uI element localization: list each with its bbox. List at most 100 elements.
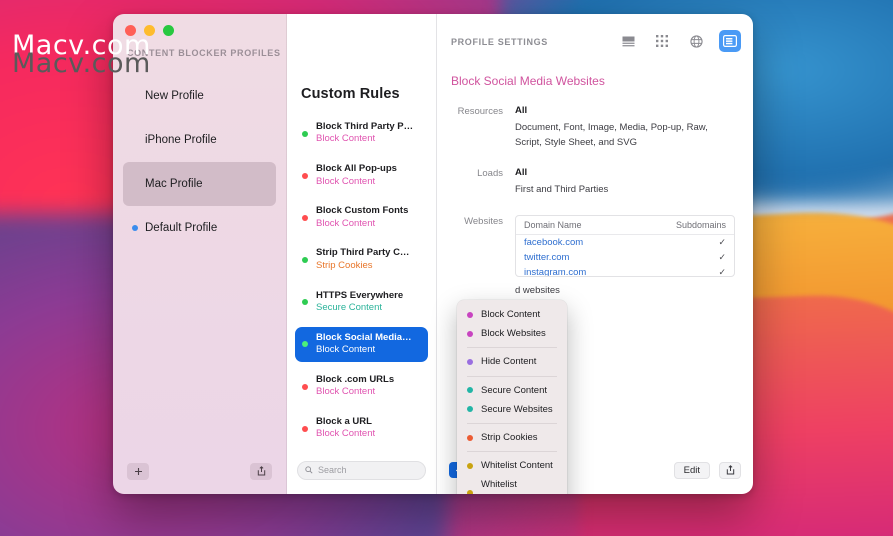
websites-table[interactable]: Domain Name Subdomains facebook.com ✓ tw… [515, 215, 735, 278]
rule-name: Block Social Media… [316, 331, 412, 343]
rule-status-dot [302, 299, 308, 306]
rule-status-dot [302, 214, 308, 221]
rules-pane: Custom Rules Block Third Party P… Block … [287, 14, 437, 494]
rule-name: Block Third Party P… [316, 121, 414, 132]
menu-item-block-content[interactable]: Block Content [457, 305, 567, 324]
rule-item-3[interactable]: Strip Third Party C… Strip Cookies [295, 242, 428, 277]
domain-name: facebook.com [524, 237, 584, 249]
menu-dot [467, 462, 473, 469]
menu-item-label: Secure Websites [481, 403, 553, 415]
rule-text: Block .com URLs Block Content [316, 374, 394, 399]
field-loads: Loads All First and Third Parties [451, 167, 739, 198]
sidebar-view-icon[interactable] [719, 30, 741, 52]
sidebar-item-label: Mac Profile [145, 178, 203, 190]
subdomain-check-icon: ✓ [718, 252, 726, 263]
table-header: Domain Name Subdomains [516, 216, 734, 236]
menu-item-secure-websites[interactable]: Secure Websites [457, 400, 567, 419]
menu-dot [467, 358, 473, 365]
menu-item-whitelist-websites[interactable]: Whitelist Websites [457, 475, 567, 494]
field-secondary-value: Document, Font, Image, Media, Pop-up, Ra… [515, 122, 708, 148]
menu-dot [467, 434, 473, 441]
field-label: Resources [457, 106, 503, 117]
field-websites: Websites Domain Name Subdomains facebook… [451, 215, 739, 278]
rule-name: Block a URL [316, 416, 372, 428]
share-profile-button[interactable] [250, 462, 272, 480]
field-primary-value: All [515, 105, 528, 116]
profile-status-dot [132, 93, 138, 99]
menu-item-whitelist-content[interactable]: Whitelist Content [457, 456, 567, 475]
page-title: Custom Rules [301, 86, 400, 102]
menu-dot [467, 489, 473, 494]
rule-item-6[interactable]: Block .com URLs Block Content [295, 369, 428, 404]
menu-item-label: Hide Content [481, 356, 537, 368]
column-header-domain: Domain Name [524, 220, 582, 231]
search-input[interactable]: Search [297, 460, 426, 480]
menu-item-secure-content[interactable]: Secure Content [457, 381, 567, 400]
search-placeholder: Search [318, 465, 347, 475]
rule-item-2[interactable]: Block Custom Fonts Block Content [295, 200, 428, 235]
active-profile-dot [132, 225, 138, 231]
add-profile-button[interactable] [127, 462, 149, 480]
grid-view-glyph [656, 35, 668, 47]
plus-icon [134, 467, 142, 475]
rule-type-popup-menu[interactable]: Block Content Block Websites Hide Conten… [457, 300, 567, 494]
menu-dot [467, 387, 473, 394]
sidebar-item-new-profile[interactable]: New Profile [123, 74, 276, 118]
list-view-glyph [622, 36, 634, 46]
menu-item-label: Secure Content [481, 384, 548, 396]
sidebar-item-label: iPhone Profile [145, 134, 217, 146]
field-resources: Resources All Document, Font, Image, Med… [451, 105, 739, 150]
rule-item-1[interactable]: Block All Pop-ups Block Content [295, 158, 428, 193]
rules-pane-spacer [287, 14, 436, 70]
menu-item-block-websites[interactable]: Block Websites [457, 324, 567, 343]
rule-text: Strip Third Party C… Strip Cookies [316, 247, 409, 272]
rule-name: Block .com URLs [316, 373, 395, 385]
rule-action: Secure Content [316, 301, 383, 313]
rule-status-dot [302, 130, 308, 137]
profile-list: New Profile iPhone Profile Mac Profile D… [113, 74, 286, 454]
menu-item-hide-content[interactable]: Hide Content [457, 352, 567, 371]
menu-dot [467, 406, 473, 413]
menu-separator [467, 347, 557, 349]
grid-view-icon[interactable] [651, 30, 673, 52]
menu-item-label: Whitelist Websites [481, 479, 517, 491]
rule-action: Block Content [316, 386, 376, 398]
table-row[interactable]: instagram.com ✓ [516, 265, 734, 278]
app-window: CONTENT BLOCKER PROFILES New Profile iPh… [113, 14, 753, 494]
rule-text: HTTPS Everywhere Secure Content [316, 290, 403, 315]
subdomain-check-icon: ✓ [718, 267, 726, 278]
rules-footer: Search [287, 452, 436, 494]
field-secondary-value: First and Third Parties [515, 184, 609, 196]
menu-item-label: Strip Cookies [481, 431, 538, 443]
table-row[interactable]: twitter.com ✓ [516, 250, 734, 265]
search-icon [305, 466, 313, 474]
globe-icon[interactable] [685, 30, 707, 52]
share-button[interactable] [719, 461, 741, 479]
traffic-lights [125, 25, 174, 36]
sidebar-item-default-profile[interactable]: Default Profile [123, 206, 276, 250]
rule-status-dot [302, 341, 308, 348]
menu-item-strip-cookies[interactable]: Strip Cookies [457, 428, 567, 447]
sidebar-header: CONTENT BLOCKER PROFILES [127, 48, 281, 58]
field-values: All First and Third Parties [515, 167, 608, 198]
sidebar-item-iphone-profile[interactable]: iPhone Profile [123, 118, 276, 162]
rule-item-4[interactable]: HTTPS Everywhere Secure Content [295, 285, 428, 320]
rule-item-0[interactable]: Block Third Party P… Block Content [295, 116, 428, 151]
close-button[interactable] [125, 25, 136, 36]
rule-item-7[interactable]: Block a URL Block Content [295, 411, 428, 446]
view-toolbar [617, 30, 741, 52]
rule-text: Block Custom Fonts Block Content [316, 205, 408, 230]
sidebar-item-mac-profile[interactable]: Mac Profile [123, 162, 276, 206]
menu-dot [467, 311, 473, 318]
rule-text: Block Social Media… Block Content [316, 332, 412, 357]
rule-status-dot [302, 425, 308, 432]
rule-status-dot [302, 383, 308, 390]
rule-item-5-selected[interactable]: Block Social Media… Block Content [295, 326, 428, 362]
websites-note: d websites [515, 285, 560, 297]
list-view-icon[interactable] [617, 30, 639, 52]
globe-glyph [689, 34, 703, 48]
zoom-button[interactable] [163, 25, 174, 36]
table-row[interactable]: facebook.com ✓ [516, 235, 734, 250]
minimize-button[interactable] [144, 25, 155, 36]
edit-button[interactable]: Edit [673, 461, 710, 479]
